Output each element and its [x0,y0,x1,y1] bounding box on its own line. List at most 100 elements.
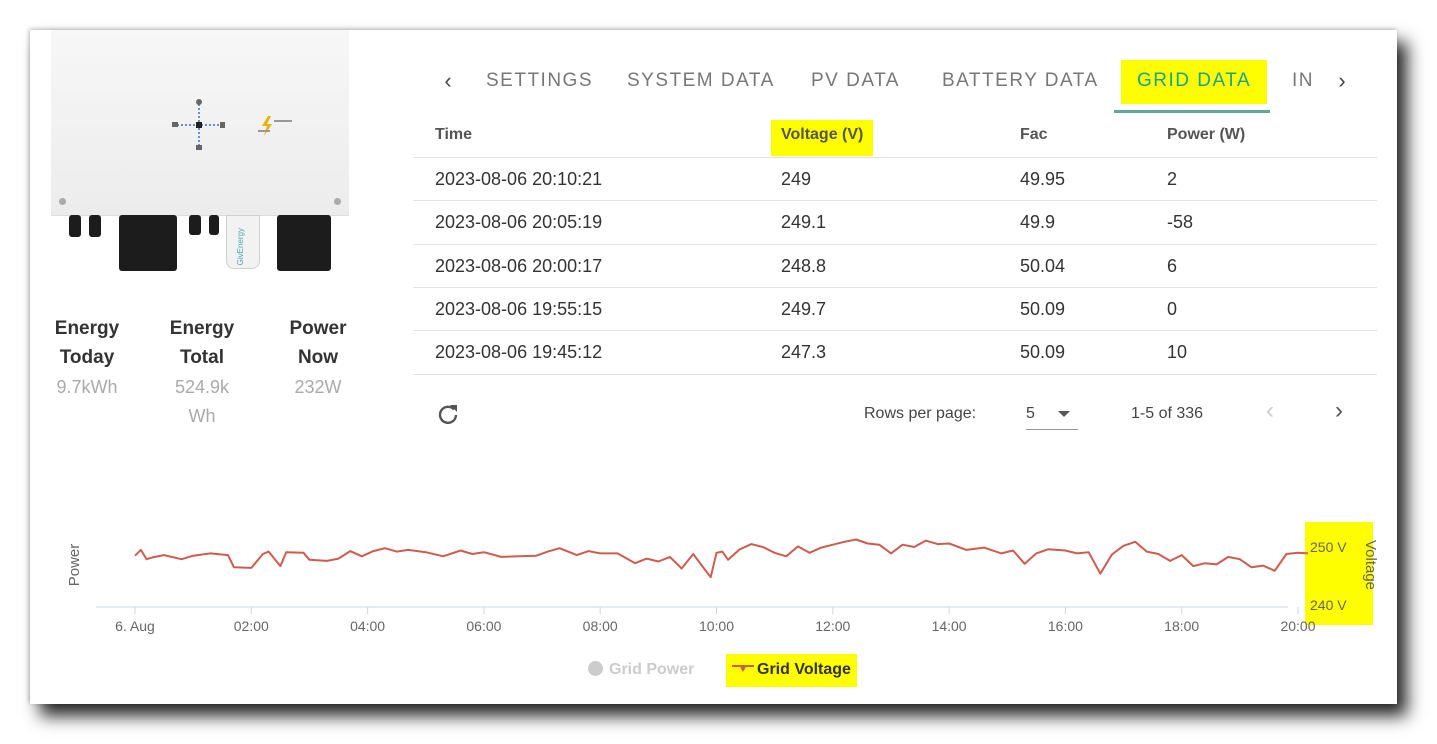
active-tab-indicator [1114,110,1270,113]
stat-label: Today [59,347,115,368]
grid-data-table: Time Voltage (V) Fac Power (W) 2023-08-0… [413,114,1377,454]
table-row: 2023-08-06 19:55:15 249.7 50.09 0 [413,287,1377,331]
inverter-image: GivEnergy [51,30,349,275]
legend-line-icon [732,665,754,672]
cell-power: 10 [1167,342,1188,362]
x-tick-label: 20:00 [1280,618,1315,634]
cell-voltage: 249.1 [781,212,827,232]
tab-system-data[interactable]: SYSTEM DATA [627,70,775,92]
connector-icon [277,215,331,271]
x-tick-label: 18:00 [1164,618,1199,634]
cell-fac: 50.04 [1020,256,1066,276]
tab-inverter-data[interactable]: IN [1292,70,1322,92]
rows-per-page-select[interactable]: 5 [1026,397,1078,430]
cell-voltage: 249 [781,169,812,189]
table-row: 2023-08-06 20:10:21 249 49.95 2 [413,157,1377,201]
column-header-power[interactable]: Power (W) [1167,126,1245,144]
legend-grid-voltage[interactable]: Grid Voltage [726,654,857,687]
legend-label: Grid Voltage [757,661,851,678]
cell-time: 2023-08-06 19:55:15 [435,299,603,319]
table-row: 2023-08-06 19:45:12 247.3 50.09 10 [413,330,1377,374]
previous-page-icon[interactable]: ‹ [1266,397,1274,425]
grid-chart: 6. Aug 02:00 04:00 06:00 08:00 10:00 12:00 14:0… [60,520,1380,700]
cell-power: 2 [1167,169,1178,189]
stat-energy-today: Energy Today 9.7kWh [42,314,132,402]
tab-scroll-right-icon[interactable]: › [1330,68,1354,94]
stat-value: 232W [294,377,342,397]
cell-time: 2023-08-06 20:05:19 [435,212,603,232]
cell-power: 0 [1167,299,1178,319]
stat-label: Now [297,347,339,368]
screw-icon [334,198,341,205]
x-tick-label: 6. Aug [115,618,155,634]
stat-label: Total [180,347,224,368]
cell-power: 6 [1167,256,1178,276]
tab-settings[interactable]: SETTINGS [486,70,593,92]
inverter-body [51,30,349,216]
wiring-diagram-icon [172,99,225,150]
grid-voltage-series-line [134,538,1308,579]
grid-chart-svg: 6. Aug 02:00 04:00 06:00 08:00 10:00 12:00 14:0… [66,522,1379,634]
dropdown-arrow-icon [1058,411,1070,417]
x-axis-ticks: 6. Aug 02:00 04:00 06:00 08:00 10:00 12:00 14:0… [115,607,1316,634]
cell-voltage: 248.8 [781,256,827,276]
legend-grid-power[interactable]: Grid Power [588,661,694,679]
tab-grid-data[interactable]: GRID DATA [1121,60,1268,104]
stat-label: Energy [54,318,120,339]
x-tick-label: 14:00 [932,618,967,634]
legend-circle-icon [588,661,603,676]
cell-time: 2023-08-06 19:45:12 [435,342,603,362]
cell-time: 2023-08-06 20:10:21 [435,169,603,189]
cell-time: 2023-08-06 20:00:17 [435,256,603,276]
next-page-icon[interactable]: › [1335,397,1343,425]
cell-voltage: 249.7 [781,299,827,319]
x-tick-label: 12:00 [815,618,850,634]
column-header-voltage[interactable]: Voltage (V) [771,120,874,156]
connector-icon [209,215,219,235]
table-footer: Rows per page: 5 1-5 of 336 ‹ › [413,374,1377,455]
rows-per-page-value: 5 [1026,405,1035,422]
column-header-fac[interactable]: Fac [1020,126,1048,144]
stat-value: 9.7kWh [56,377,118,397]
x-tick-label: 08:00 [583,618,618,634]
stat-power-now: Power Now 232W [273,314,363,402]
refresh-icon[interactable] [436,403,460,427]
stat-value: 524.9k [174,377,230,397]
stat-label: Energy [169,318,235,339]
cell-voltage: 247.3 [781,342,827,362]
pagination-range: 1-5 of 336 [1131,405,1204,422]
stat-value-unit: Wh [188,406,216,426]
lightning-icon [258,116,292,136]
cell-fac: 50.09 [1020,342,1066,362]
tab-battery-data[interactable]: BATTERY DATA [942,70,1099,92]
wifi-dongle: GivEnergy [226,215,260,269]
tab-pv-data[interactable]: PV DATA [811,70,900,92]
table-row: 2023-08-06 20:05:19 249.1 49.9 -58 [413,200,1377,244]
x-tick-label: 06:00 [466,618,501,634]
connector-icon [89,215,101,237]
cell-power: -58 [1167,212,1194,232]
connector-icon [119,215,177,271]
connector-icon [189,215,201,235]
y-axis-right-label: Voltage [1362,540,1379,590]
stat-energy-total: Energy Total 524.9k Wh [157,314,247,431]
screw-icon [59,198,66,205]
cell-fac: 50.09 [1020,299,1066,319]
dongle-label: GivEnergy [236,228,245,266]
tab-scroll-left-icon[interactable]: ‹ [436,68,460,94]
cell-fac: 49.9 [1020,212,1056,232]
y-tick-label: 250 V [1310,539,1347,555]
x-tick-label: 04:00 [350,618,385,634]
cell-fac: 49.95 [1020,169,1066,189]
stat-label: Power [289,318,347,339]
table-row: 2023-08-06 20:00:17 248.8 50.04 6 [413,244,1377,288]
rows-per-page-label: Rows per page: [864,405,977,422]
column-header-time[interactable]: Time [435,126,472,144]
legend-label: Grid Power [609,661,695,678]
y-tick-label: 240 V [1310,597,1347,613]
x-tick-label: 16:00 [1048,618,1083,634]
connector-icon [69,215,81,237]
x-tick-label: 02:00 [234,618,269,634]
y-axis-left-label: Power [66,544,83,587]
x-tick-label: 10:00 [699,618,734,634]
